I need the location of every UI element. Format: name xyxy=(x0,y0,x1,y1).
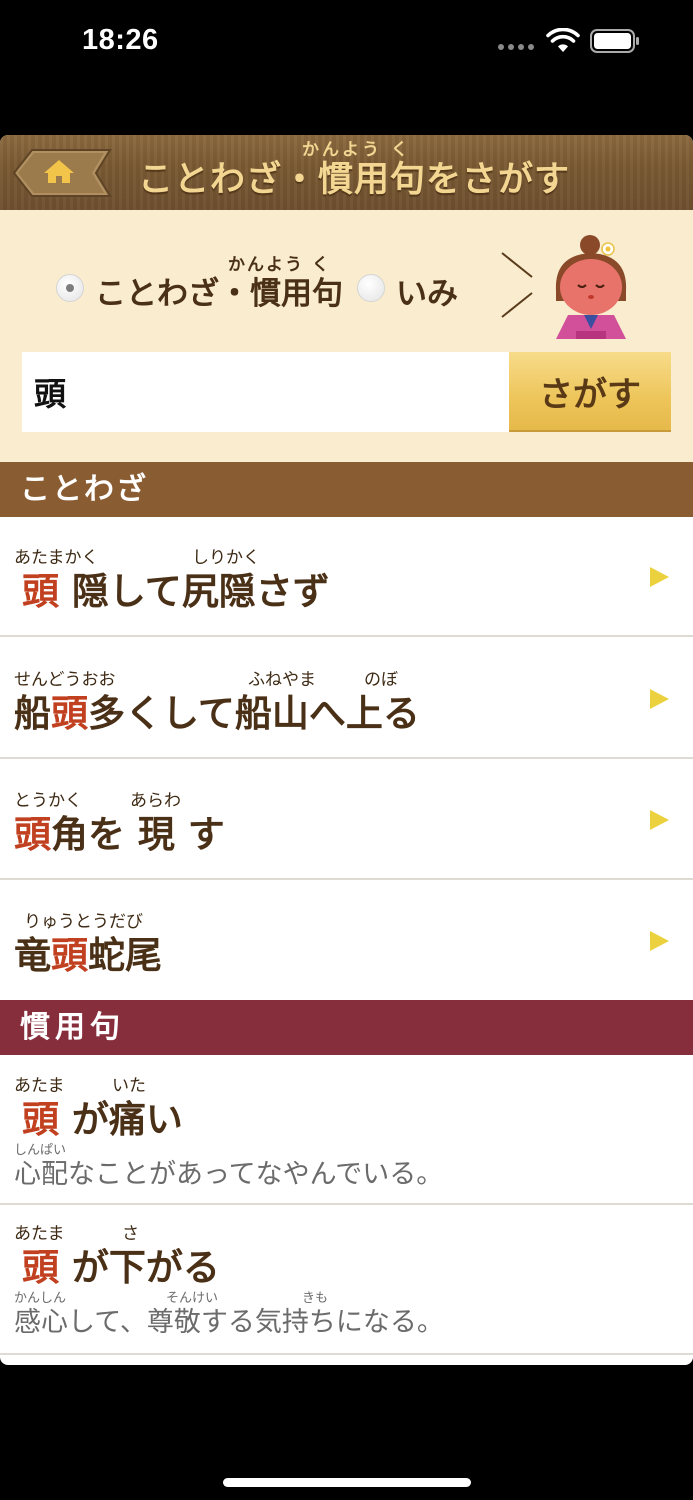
decorative-lines xyxy=(501,252,533,318)
battery-icon xyxy=(590,29,639,53)
nav-header: かんよう く ことわざ・慣用句をさがす xyxy=(0,135,693,210)
section-header-idioms: 慣用句 xyxy=(0,1000,693,1055)
radio-label-proverb-idiom[interactable]: ことわざ・慣用句 xyxy=(95,268,343,313)
list-item-idiom-1[interactable]: あたま いた 頭 が痛い しんぱい 心配なことがあってなやんでいる。 xyxy=(0,1055,693,1205)
home-button[interactable] xyxy=(12,148,112,198)
search-panel: かんよう く ことわざ・慣用句 いみ さがす xyxy=(0,210,693,462)
radio-label-meaning[interactable]: いみ xyxy=(396,268,458,313)
proverb-text: 船頭多くして船山へ上る xyxy=(14,692,420,735)
list-item-proverb-1[interactable]: あたまかく しりかく 頭 隠して尻隠さず xyxy=(0,517,693,637)
search-input[interactable] xyxy=(22,352,509,432)
list-item-proverb-4[interactable]: りゅうとうだび 竜頭蛇尾 xyxy=(0,880,693,1000)
radio-meaning[interactable] xyxy=(357,274,385,302)
status-time: 18:26 xyxy=(82,24,159,56)
chevron-right-icon xyxy=(650,567,669,587)
section-header-proverbs: ことわざ xyxy=(0,462,693,517)
list-item-proverb-2[interactable]: せんどうおお ふねやま のぼ 船頭多くして船山へ上る xyxy=(0,637,693,759)
proverb-text: 頭角を 現 す xyxy=(14,813,225,856)
chevron-right-icon xyxy=(650,931,669,951)
idiom-text: 頭 が下がる xyxy=(22,1246,220,1289)
search-button[interactable]: さがす xyxy=(509,352,671,432)
app-window: かんよう く ことわざ・慣用句をさがす かんよう く ことわざ・慣用句 いみ さ… xyxy=(0,135,693,1365)
cellular-signal-icon xyxy=(498,44,534,50)
chevron-right-icon xyxy=(650,810,669,830)
home-indicator[interactable] xyxy=(223,1478,471,1487)
wifi-icon xyxy=(546,28,580,52)
idiom-meaning: 感心して、尊敬する気持ちになる。 xyxy=(14,1307,444,1338)
list-item-idiom-2[interactable]: あたま さ 頭 が下がる かんしん そんけい きも 感心して、尊敬する気持ちにな… xyxy=(0,1205,693,1355)
radio-proverb-idiom[interactable] xyxy=(56,274,84,302)
proverb-text: 頭 隠して尻隠さず xyxy=(22,570,330,613)
mascot-girl-illustration xyxy=(555,235,627,339)
list-item-proverb-3[interactable]: とうかく あらわ 頭角を 現 す xyxy=(0,759,693,880)
chevron-right-icon xyxy=(650,689,669,709)
idiom-text: 頭 が痛い xyxy=(22,1098,183,1141)
idiom-meaning: 心配なことがあってなやんでいる。 xyxy=(14,1159,444,1190)
page-title: ことわざ・慣用句をさがす xyxy=(138,160,571,200)
proverb-text: 竜頭蛇尾 xyxy=(14,934,162,977)
status-bar: 18:26 xyxy=(0,0,693,88)
